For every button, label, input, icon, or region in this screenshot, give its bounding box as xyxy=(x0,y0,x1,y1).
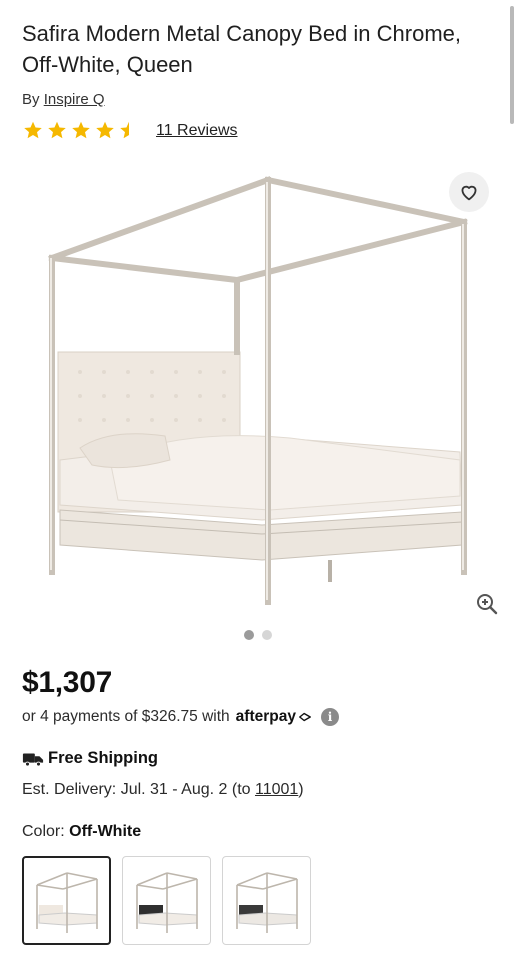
selected-color: Off-White xyxy=(69,823,142,840)
brand-prefix: By xyxy=(22,91,40,108)
swatch-off-white[interactable] xyxy=(22,856,111,945)
delivery-suffix: ) xyxy=(298,781,304,798)
heart-icon xyxy=(461,185,477,201)
installments-text: or 4 payments of $326.75 with xyxy=(22,708,230,725)
favorite-button[interactable] xyxy=(449,172,489,212)
afterpay-logo[interactable]: afterpay xyxy=(236,708,296,726)
brand-line: By Inspire Q xyxy=(22,91,105,108)
truck-icon xyxy=(22,753,44,767)
zip-code-link[interactable]: 11001 xyxy=(255,781,298,798)
rating-row: 11 Reviews xyxy=(22,120,238,141)
page-scrollbar[interactable] xyxy=(510,6,514,124)
product-price: $1,307 xyxy=(22,666,112,699)
product-title: Safira Modern Metal Canopy Bed in Chrome… xyxy=(22,21,461,77)
reviews-link[interactable]: 11 Reviews xyxy=(156,122,238,140)
color-label: Color: xyxy=(22,823,65,840)
half-star-icon xyxy=(118,121,138,139)
gallery-dot-1[interactable] xyxy=(244,630,254,640)
gallery-dot-2[interactable] xyxy=(262,630,272,640)
color-selector-label: Color: Off-White xyxy=(22,823,141,841)
star-icon xyxy=(24,121,42,139)
free-shipping: Free Shipping xyxy=(22,749,158,768)
afterpay-arrows-icon xyxy=(299,712,311,722)
canopy-bed-image xyxy=(48,176,468,605)
product-image[interactable] xyxy=(0,160,519,620)
info-icon[interactable]: i xyxy=(320,708,339,726)
free-shipping-label: Free Shipping xyxy=(48,749,159,767)
bed-thumbnail-black xyxy=(135,871,198,933)
brand-link[interactable]: Inspire Q xyxy=(44,91,105,108)
zoom-button[interactable] xyxy=(475,592,499,616)
zoom-in-icon xyxy=(477,594,498,615)
bed-thumbnail-dark-grey xyxy=(235,871,298,933)
bed-thumbnail-off-white xyxy=(35,871,98,933)
gallery-pagination xyxy=(244,630,272,640)
star-icon xyxy=(72,121,90,139)
star-icon xyxy=(48,121,66,139)
color-swatches xyxy=(22,856,311,945)
swatch-dark-grey[interactable] xyxy=(222,856,311,945)
star-rating xyxy=(22,120,140,141)
star-icon xyxy=(96,121,114,139)
delivery-text: Est. Delivery: Jul. 31 - Aug. 2 (to xyxy=(22,781,255,798)
swatch-black[interactable] xyxy=(122,856,211,945)
estimated-delivery: Est. Delivery: Jul. 31 - Aug. 2 (to 1100… xyxy=(22,781,304,799)
installments-line: or 4 payments of $326.75 with afterpay i xyxy=(22,708,339,726)
